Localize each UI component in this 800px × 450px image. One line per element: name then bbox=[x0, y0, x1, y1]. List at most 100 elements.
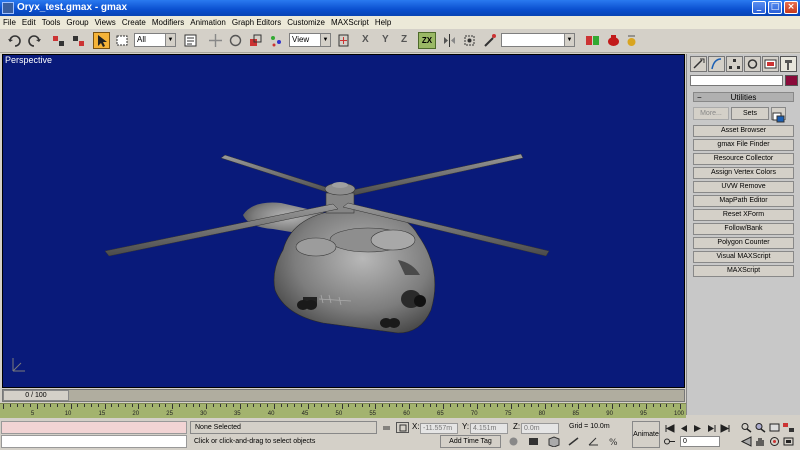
maximize-button[interactable]: □ bbox=[768, 1, 782, 14]
tab-hierarchy[interactable] bbox=[726, 56, 743, 72]
material-editor-button[interactable] bbox=[481, 32, 498, 49]
lock-selection-button[interactable] bbox=[380, 422, 393, 433]
polygon-counter-button[interactable]: Polygon Counter bbox=[693, 237, 794, 249]
zoom-button[interactable] bbox=[740, 422, 753, 433]
menu-graph-editors[interactable]: Graph Editors bbox=[229, 16, 284, 29]
menu-animation[interactable]: Animation bbox=[187, 16, 229, 29]
sets-button[interactable]: Sets bbox=[731, 107, 769, 120]
menu-modifiers[interactable]: Modifiers bbox=[149, 16, 187, 29]
selection-filter-select[interactable]: All ▼ bbox=[134, 33, 176, 47]
key-mode-toggle-button[interactable] bbox=[663, 436, 676, 447]
menu-group[interactable]: Group bbox=[63, 16, 91, 29]
perspective-viewport[interactable]: Perspective bbox=[2, 54, 685, 388]
restrict-to-plane-button[interactable]: ZX bbox=[418, 32, 436, 49]
visual-maxscript-button[interactable]: Visual MAXScript bbox=[693, 251, 794, 263]
zoom-extents-all-button[interactable] bbox=[782, 422, 795, 433]
minimize-button[interactable]: _ bbox=[752, 1, 766, 14]
add-time-tag-button[interactable]: Add Time Tag bbox=[440, 435, 501, 448]
assign-vertex-colors-button[interactable]: Assign Vertex Colors bbox=[693, 167, 794, 179]
menu-customize[interactable]: Customize bbox=[284, 16, 328, 29]
play-button[interactable] bbox=[691, 423, 704, 434]
gmax-file-finder-button[interactable]: gmax File Finder bbox=[693, 139, 794, 151]
reference-coordinate-select[interactable]: View ▼ bbox=[289, 33, 331, 47]
zoom-all-button[interactable] bbox=[754, 422, 767, 433]
current-frame-field[interactable]: 0 bbox=[680, 436, 720, 447]
follow-bank-button[interactable]: Follow/Bank bbox=[693, 223, 794, 235]
next-frame-button[interactable] bbox=[705, 423, 718, 434]
field-of-view-button[interactable] bbox=[740, 436, 753, 447]
mappath-editor-button[interactable]: MapPath Editor bbox=[693, 195, 794, 207]
reset-xform-button[interactable]: Reset XForm bbox=[693, 209, 794, 221]
menu-views[interactable]: Views bbox=[92, 16, 119, 29]
menu-tools[interactable]: Tools bbox=[39, 16, 64, 29]
zoom-extents-button[interactable] bbox=[768, 422, 781, 433]
absolute-mode-button[interactable] bbox=[396, 422, 409, 433]
x-coord-field[interactable]: -11.557m bbox=[420, 423, 458, 434]
undo-button[interactable] bbox=[6, 32, 23, 49]
menu-maxscript[interactable]: MAXScript bbox=[328, 16, 372, 29]
mirror-button[interactable] bbox=[441, 32, 458, 49]
pivot-center-button[interactable] bbox=[267, 32, 284, 49]
tab-utilities[interactable] bbox=[780, 56, 797, 72]
go-to-start-button[interactable] bbox=[663, 423, 676, 434]
helicopter-model[interactable] bbox=[3, 55, 685, 388]
angle-snap-button[interactable] bbox=[587, 436, 600, 447]
time-slider[interactable]: 0 / 100 bbox=[2, 389, 685, 402]
maxscript-listener-input[interactable] bbox=[1, 435, 187, 448]
grid-snap-button[interactable] bbox=[567, 436, 580, 447]
redo-button[interactable] bbox=[26, 32, 43, 49]
select-and-scale-button[interactable] bbox=[247, 32, 264, 49]
close-button[interactable]: × bbox=[784, 1, 798, 14]
select-by-name-button[interactable] bbox=[182, 32, 199, 49]
select-object-button[interactable] bbox=[93, 32, 110, 49]
render-scene-button[interactable] bbox=[584, 32, 601, 49]
asset-browser-button[interactable]: Asset Browser bbox=[693, 125, 794, 137]
percent-snap-button[interactable]: % bbox=[607, 436, 620, 447]
time-slider-thumb[interactable]: 0 / 100 bbox=[3, 390, 69, 401]
z-coord-field[interactable]: 0.0m bbox=[521, 423, 559, 434]
object-color-swatch[interactable] bbox=[785, 75, 798, 86]
configure-button-sets-button[interactable] bbox=[771, 107, 786, 123]
go-to-end-button[interactable] bbox=[719, 423, 732, 434]
select-and-rotate-button[interactable] bbox=[227, 32, 244, 49]
restrict-to-z-button[interactable]: Z bbox=[401, 34, 407, 45]
viewport-shading-button[interactable] bbox=[547, 436, 560, 447]
arc-rotate-button[interactable] bbox=[768, 436, 781, 447]
uvw-remove-button[interactable]: UVW Remove bbox=[693, 181, 794, 193]
menu-edit[interactable]: Edit bbox=[19, 16, 39, 29]
menu-file[interactable]: File bbox=[0, 16, 19, 29]
restrict-to-y-button[interactable]: Y bbox=[382, 34, 389, 45]
tab-modify[interactable] bbox=[708, 56, 725, 72]
track-bar-tick bbox=[449, 404, 451, 407]
tab-display[interactable] bbox=[762, 56, 779, 72]
align-button[interactable] bbox=[461, 32, 478, 49]
object-name-field[interactable] bbox=[690, 75, 783, 86]
quick-render-button[interactable] bbox=[605, 32, 622, 49]
maxscript-listener-output[interactable] bbox=[1, 421, 187, 434]
restrict-to-x-button[interactable]: X bbox=[362, 34, 369, 45]
rollout-header[interactable]: − Utilities bbox=[693, 92, 794, 102]
use-pivot-button[interactable] bbox=[335, 32, 352, 49]
tab-motion[interactable] bbox=[744, 56, 761, 72]
tab-create[interactable] bbox=[690, 56, 707, 72]
menu-help[interactable]: Help bbox=[372, 16, 394, 29]
menu-create[interactable]: Create bbox=[119, 16, 149, 29]
render-last-button[interactable] bbox=[623, 32, 640, 49]
app-icon[interactable] bbox=[2, 2, 14, 14]
y-coord-field[interactable]: 4.151m bbox=[470, 423, 508, 434]
select-and-move-button[interactable] bbox=[207, 32, 224, 49]
more-button[interactable]: More... bbox=[693, 107, 729, 120]
unlink-selection-button[interactable] bbox=[70, 32, 87, 49]
selection-region-button[interactable] bbox=[114, 32, 131, 49]
time-config-button[interactable] bbox=[507, 436, 520, 447]
resource-collector-button[interactable]: Resource Collector bbox=[693, 153, 794, 165]
track-bar[interactable]: 5 10 15 20 25 30 35 40 45 50 55 60 65 70 75 80 85 90 95 100 bbox=[0, 403, 686, 418]
maximize-viewport-button[interactable] bbox=[782, 436, 795, 447]
pan-button[interactable] bbox=[754, 436, 767, 447]
isolate-button[interactable] bbox=[527, 436, 540, 447]
previous-frame-button[interactable] bbox=[677, 423, 690, 434]
maxscript-button[interactable]: MAXScript bbox=[693, 265, 794, 277]
select-and-link-button[interactable] bbox=[50, 32, 67, 49]
named-selection-sets-select[interactable]: ▼ bbox=[501, 33, 575, 47]
animate-button[interactable]: Animate bbox=[632, 421, 660, 448]
